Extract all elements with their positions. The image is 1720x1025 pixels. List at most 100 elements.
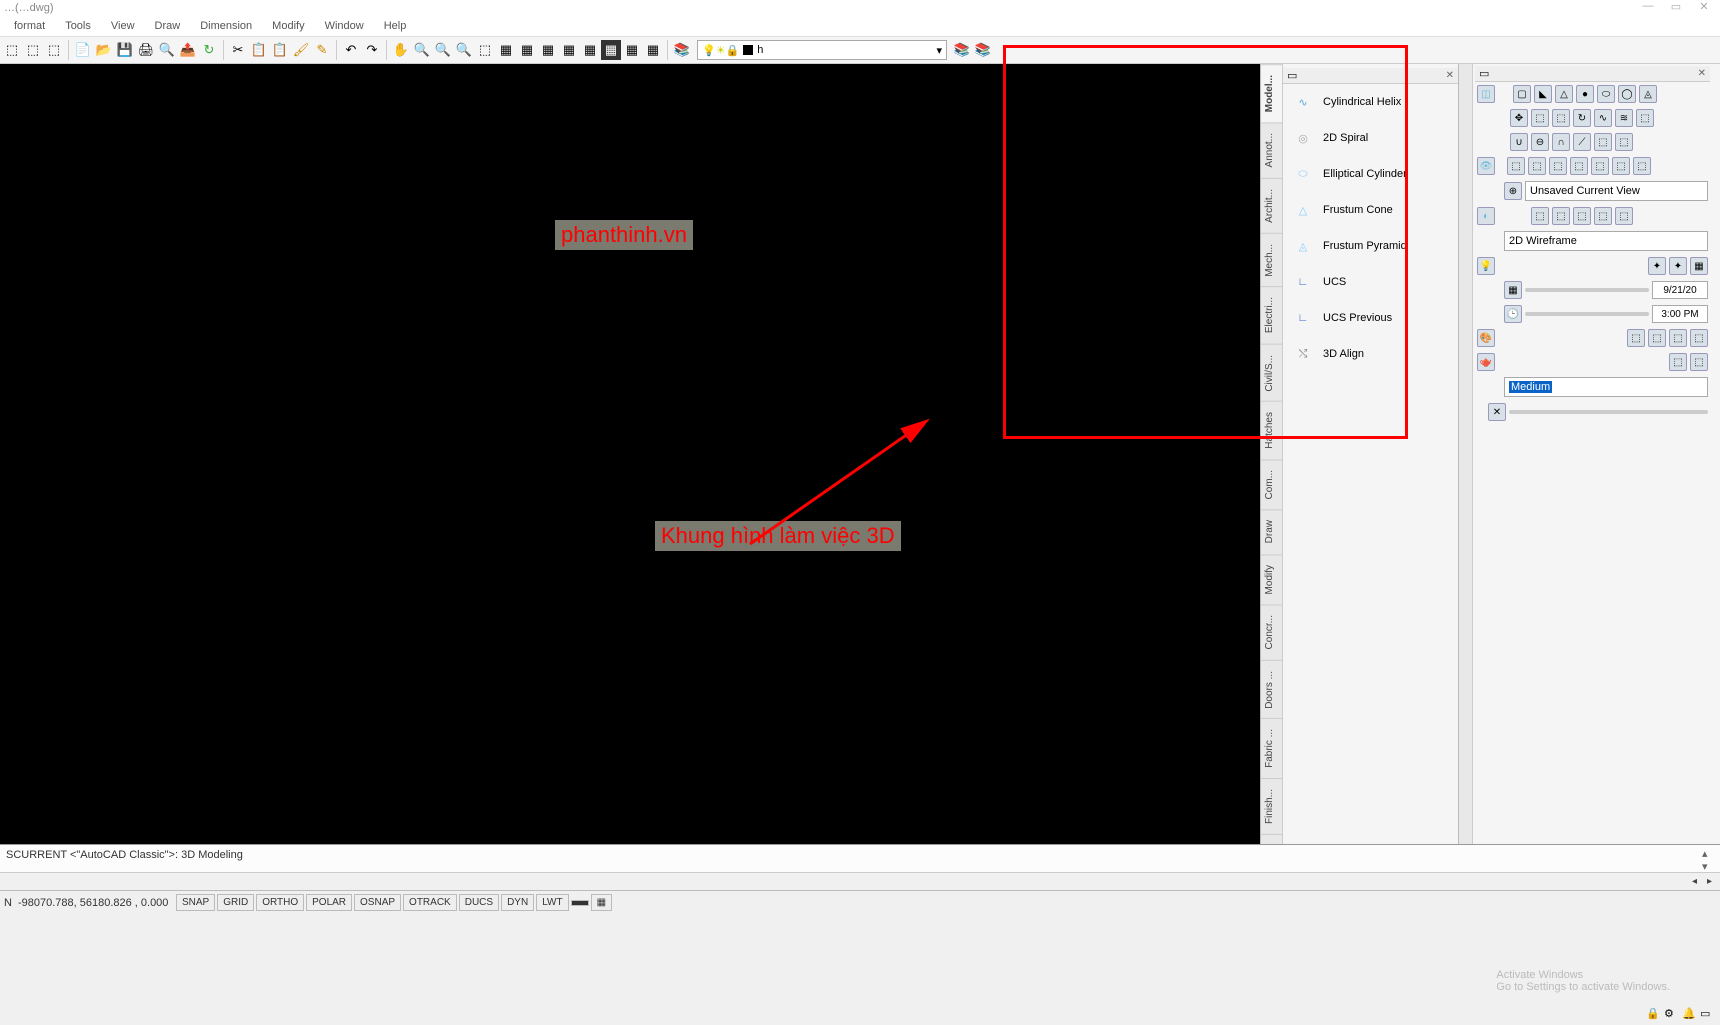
command-scrollbar[interactable]: ▴▾ — [1702, 847, 1716, 873]
subtract-icon[interactable]: ⊖ — [1531, 133, 1549, 151]
sweep-icon[interactable]: ∿ — [1594, 109, 1612, 127]
tool-icon[interactable]: ⬚ — [1669, 353, 1687, 371]
copy-button[interactable]: 📋 — [249, 40, 269, 60]
intersect-icon[interactable]: ∩ — [1552, 133, 1570, 151]
tool-icon[interactable]: ⬚ — [1690, 353, 1708, 371]
menu-window[interactable]: Window — [317, 18, 372, 34]
snap-toggle[interactable]: SNAP — [176, 894, 215, 911]
tool-icon[interactable]: ⬚ — [1594, 133, 1612, 151]
loft-icon[interactable]: ≋ — [1615, 109, 1633, 127]
tab-fabric[interactable]: Fabric ... — [1261, 718, 1282, 778]
lwt-toggle[interactable]: LWT — [536, 894, 568, 911]
pyramid-icon[interactable]: ◬ — [1639, 85, 1657, 103]
matchprop-button[interactable]: 🖌 — [291, 40, 311, 60]
undo-button[interactable]: ↶ — [341, 40, 361, 60]
scroll-left-button[interactable]: ◂ — [1688, 876, 1701, 887]
tool-icon[interactable]: ↻ — [199, 40, 219, 60]
close-icon[interactable]: ✕ — [1446, 70, 1454, 81]
pan-button[interactable]: ✋ — [391, 40, 411, 60]
tab-hatches[interactable]: Hatches — [1261, 401, 1282, 459]
zoom-rt-button[interactable]: 🔍 — [412, 40, 432, 60]
3dmove-icon[interactable]: ✥ — [1510, 109, 1528, 127]
drawing-canvas[interactable]: phanthinh.vn Khung hình làm việc 3D — [0, 64, 1260, 844]
quickcalc-button[interactable]: ▦ — [601, 40, 621, 60]
tray-icon[interactable]: 🔔 — [1682, 1007, 1698, 1023]
view-dropdown[interactable]: Unsaved Current View — [1525, 181, 1708, 201]
tab-draw[interactable]: Draw — [1261, 509, 1282, 553]
command-line[interactable]: SCURRENT <"AutoCAD Classic">: 3D Modelin… — [0, 845, 1720, 873]
time-field[interactable]: 3:00 PM — [1652, 305, 1708, 323]
tool-icon[interactable]: ⬚ — [1531, 207, 1549, 225]
tool-elliptical-cylinder[interactable]: ⬭ Elliptical Cylinder — [1283, 156, 1458, 192]
ortho-toggle[interactable]: ORTHO — [256, 894, 304, 911]
layer-dropdown[interactable]: 💡 ☀ 🔒 h ▾ — [697, 40, 947, 60]
menu-format[interactable]: format — [6, 18, 53, 34]
date-field[interactable]: 9/21/20 — [1652, 281, 1708, 299]
tray-icon[interactable]: ▭ — [1700, 1007, 1716, 1023]
tab-concrete[interactable]: Concr... — [1261, 604, 1282, 659]
torus-icon[interactable]: ◯ — [1618, 85, 1636, 103]
tool-icon[interactable]: ⬚ — [1573, 207, 1591, 225]
extrude-icon[interactable]: ⬚ — [1531, 109, 1549, 127]
sphere-icon[interactable]: ● — [1576, 85, 1594, 103]
tool-icon[interactable]: ⬚ — [1549, 157, 1567, 175]
tab-finish[interactable]: Finish... — [1261, 778, 1282, 834]
model-toggle[interactable] — [571, 900, 589, 906]
tool-icon[interactable]: ⬚ — [23, 40, 43, 60]
otrack-toggle[interactable]: OTRACK — [403, 894, 457, 911]
tool-icon[interactable]: ⬚ — [475, 40, 495, 60]
tool-icon[interactable]: ▦ — [643, 40, 663, 60]
tab-mechanical[interactable]: Mech... — [1261, 233, 1282, 287]
polar-toggle[interactable]: POLAR — [306, 894, 352, 911]
tab-annotation[interactable]: Annot... — [1261, 122, 1282, 177]
tab-architecture[interactable]: Archit... — [1261, 178, 1282, 233]
zoom-prev-button[interactable]: 🔍 — [454, 40, 474, 60]
dashboard-handle[interactable] — [1458, 64, 1472, 844]
tool-cylindrical-helix[interactable]: ∿ Cylindrical Helix — [1283, 84, 1458, 120]
tool-icon[interactable]: ⬚ — [1552, 207, 1570, 225]
tool-icon[interactable]: ⬚ — [1690, 329, 1708, 347]
wedge-icon[interactable]: ◣ — [1534, 85, 1552, 103]
visual-style-dropdown[interactable]: 2D Wireframe — [1504, 231, 1708, 251]
materials-icon[interactable]: 🎨 — [1477, 329, 1495, 347]
open-button[interactable]: 📂 — [94, 40, 114, 60]
tab-civil[interactable]: Civil/S... — [1261, 344, 1282, 402]
tool-icon[interactable]: ⬚ — [1615, 207, 1633, 225]
time-slider[interactable] — [1525, 312, 1649, 316]
tool-icon[interactable]: ⬚ — [44, 40, 64, 60]
publish-button[interactable]: 📤 — [178, 40, 198, 60]
visual-icon[interactable]: ◐ — [1477, 207, 1495, 225]
tool-icon[interactable]: ▦ — [622, 40, 642, 60]
tool-icon[interactable]: ⬚ — [1528, 157, 1546, 175]
tab-doors[interactable]: Doors ... — [1261, 660, 1282, 719]
close-icon[interactable]: ✕ — [1488, 403, 1506, 421]
redo-button[interactable]: ↷ — [362, 40, 382, 60]
menu-modify[interactable]: Modify — [264, 18, 312, 34]
tool-ucs[interactable]: ∟ UCS — [1283, 264, 1458, 300]
osnap-toggle[interactable]: OSNAP — [354, 894, 401, 911]
tool-icon[interactable]: ⬚ — [1591, 157, 1609, 175]
save-button[interactable]: 💾 — [115, 40, 135, 60]
tool-icon[interactable]: ✎ — [312, 40, 332, 60]
paste-button[interactable]: 📋 — [270, 40, 290, 60]
ducs-toggle[interactable]: DUCS — [459, 894, 499, 911]
maximize-button[interactable]: ▭ — [1664, 0, 1688, 13]
preview-button[interactable]: 🔍 — [157, 40, 177, 60]
layer-state-button[interactable]: 📚 — [952, 40, 972, 60]
tool-icon[interactable]: ⬚ — [1627, 329, 1645, 347]
markup-button[interactable]: ▦ — [580, 40, 600, 60]
menu-tools[interactable]: Tools — [57, 18, 99, 34]
tab-electrical[interactable]: Electri... — [1261, 286, 1282, 343]
menu-dimension[interactable]: Dimension — [192, 18, 260, 34]
tray-icon[interactable]: 🔒 — [1646, 1007, 1662, 1023]
revolve-icon[interactable]: ↻ — [1573, 109, 1591, 127]
scroll-right-button[interactable]: ▸ — [1703, 876, 1716, 887]
clock-icon[interactable]: 🕒 — [1504, 305, 1522, 323]
tool-icon[interactable]: ⬚ — [1669, 329, 1687, 347]
tool-icon[interactable]: ⬚ — [1615, 133, 1633, 151]
status-icon[interactable]: ▦ — [591, 894, 612, 911]
toolpalettes-button[interactable]: ▦ — [538, 40, 558, 60]
light-icon[interactable]: 💡 — [1477, 257, 1495, 275]
polysolid-icon[interactable]: ◫ — [1477, 85, 1495, 103]
tool-2d-spiral[interactable]: ◎ 2D Spiral — [1283, 120, 1458, 156]
